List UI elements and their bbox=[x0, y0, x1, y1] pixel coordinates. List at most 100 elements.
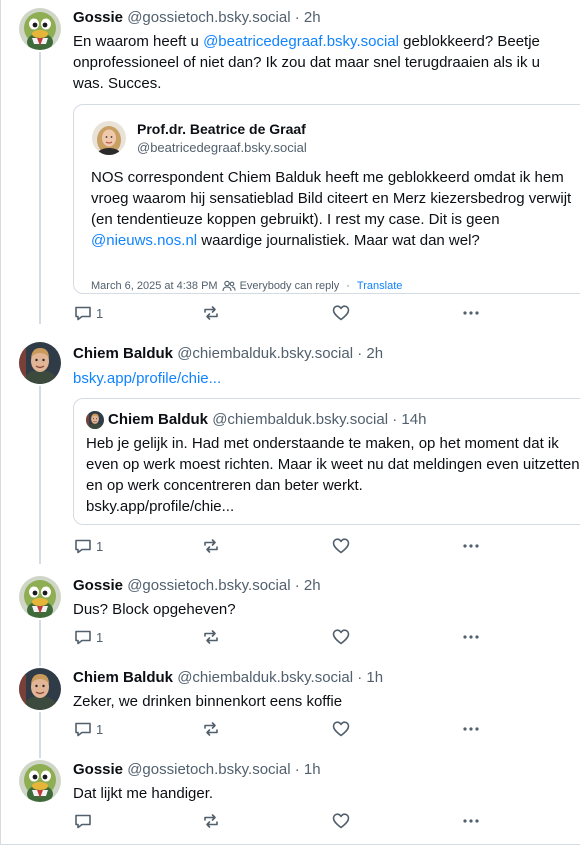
repost-icon bbox=[201, 811, 221, 831]
heart-icon bbox=[331, 303, 351, 323]
man-portrait-avatar[interactable] bbox=[19, 342, 61, 384]
reply-setting[interactable]: Everybody can reply bbox=[240, 280, 340, 292]
post-time[interactable]: 2h bbox=[304, 577, 321, 594]
post-actions bbox=[73, 811, 493, 831]
reply-button[interactable]: 1 bbox=[73, 303, 103, 323]
more-options-button[interactable] bbox=[461, 303, 481, 323]
quote-author-handle[interactable]: @beatricedegraaf.bsky.social bbox=[137, 140, 307, 155]
post-actions: 1 bbox=[73, 536, 493, 556]
quote-header: Chiem Balduk @chiembalduk.bsky.social · … bbox=[108, 410, 426, 430]
repost-button[interactable] bbox=[201, 811, 221, 831]
quote-author-name[interactable]: Prof.dr. Beatrice de Graaf bbox=[137, 121, 306, 137]
reply-icon bbox=[73, 719, 93, 739]
author-name[interactable]: Gossie bbox=[73, 577, 123, 594]
like-button[interactable] bbox=[331, 627, 351, 647]
post[interactable]: Gossie @gossietoch.bsky.social · 2h Dus?… bbox=[1, 568, 580, 658]
post[interactable]: Chiem Balduk @chiembalduk.bsky.social · … bbox=[1, 334, 580, 566]
author-name[interactable]: Chiem Balduk bbox=[73, 669, 173, 686]
author-handle[interactable]: @chiembalduk.bsky.social bbox=[177, 669, 353, 686]
more-options-button[interactable] bbox=[461, 536, 481, 556]
separator-dot: · bbox=[346, 280, 350, 292]
post-header: Gossie @gossietoch.bsky.social · 1h bbox=[73, 760, 321, 780]
duck-mascot-avatar[interactable] bbox=[19, 8, 61, 50]
post-actions: 1 bbox=[73, 303, 493, 323]
post-time[interactable]: 2h bbox=[366, 345, 383, 362]
reply-icon bbox=[73, 811, 93, 831]
quote-author-handle[interactable]: @chiembalduk.bsky.social bbox=[212, 411, 388, 428]
post-actions: 1 bbox=[73, 719, 493, 739]
quote-time[interactable]: 14h bbox=[401, 411, 426, 428]
duck-mascot-avatar[interactable] bbox=[19, 760, 61, 802]
repost-icon bbox=[201, 303, 221, 323]
reply-count: 1 bbox=[96, 721, 104, 737]
repost-button[interactable] bbox=[201, 536, 221, 556]
man-portrait-avatar[interactable] bbox=[86, 411, 104, 429]
separator-dot: · bbox=[294, 577, 300, 594]
translate-link[interactable]: Translate bbox=[357, 280, 402, 292]
more-icon bbox=[461, 303, 481, 323]
author-name[interactable]: Chiem Balduk bbox=[73, 345, 173, 362]
quoted-post[interactable]: Prof.dr. Beatrice de Graaf @beatricedegr… bbox=[73, 104, 580, 294]
quoted-post[interactable]: Chiem Balduk @chiembalduk.bsky.social · … bbox=[73, 398, 580, 525]
reply-count: 1 bbox=[96, 629, 104, 645]
woman-portrait-avatar[interactable] bbox=[92, 121, 126, 155]
author-name[interactable]: Gossie bbox=[73, 761, 123, 778]
post-text: bsky.app/profile/chie... bbox=[73, 368, 573, 389]
repost-button[interactable] bbox=[201, 303, 221, 323]
post-time[interactable]: 1h bbox=[304, 761, 321, 778]
more-options-button[interactable] bbox=[461, 719, 481, 739]
separator-dot: · bbox=[294, 9, 300, 26]
man-portrait-avatar[interactable] bbox=[19, 668, 61, 710]
repost-icon bbox=[201, 536, 221, 556]
reply-icon bbox=[73, 303, 93, 323]
reply-button[interactable]: 1 bbox=[73, 536, 103, 556]
more-options-button[interactable] bbox=[461, 627, 481, 647]
quote-text: Heb je gelijk in. Had met onderstaande t… bbox=[86, 435, 580, 494]
repost-icon bbox=[201, 627, 221, 647]
text-segment: NOS correspondent Chiem Balduk heeft me … bbox=[91, 169, 572, 228]
more-icon bbox=[461, 536, 481, 556]
repost-button[interactable] bbox=[201, 627, 221, 647]
separator-dot: · bbox=[294, 761, 300, 778]
author-handle[interactable]: @gossietoch.bsky.social bbox=[127, 9, 290, 26]
quote-author-name[interactable]: Chiem Balduk bbox=[108, 411, 208, 428]
mention-link[interactable]: @beatricedegraaf.bsky.social bbox=[203, 33, 399, 50]
reply-icon bbox=[73, 536, 93, 556]
repost-icon bbox=[201, 719, 221, 739]
like-button[interactable] bbox=[331, 811, 351, 831]
mention-link[interactable]: @nieuws.nos.nl bbox=[91, 232, 197, 249]
author-handle[interactable]: @gossietoch.bsky.social bbox=[127, 761, 290, 778]
post-text: Dus? Block opgeheven? bbox=[73, 601, 236, 618]
reply-button[interactable]: 1 bbox=[73, 719, 103, 739]
reply-count: 1 bbox=[96, 538, 104, 554]
heart-icon bbox=[331, 627, 351, 647]
text-segment: waardige journalistiek. Maar wat dan wel… bbox=[197, 232, 480, 249]
more-options-button[interactable] bbox=[461, 811, 481, 831]
post[interactable]: Chiem Balduk @chiembalduk.bsky.social · … bbox=[1, 660, 580, 750]
reply-button[interactable]: 1 bbox=[73, 627, 103, 647]
post-text: En waarom heeft u @beatricedegraaf.bsky.… bbox=[73, 31, 573, 94]
profile-link[interactable]: bsky.app/profile/chie... bbox=[73, 370, 221, 387]
more-icon bbox=[461, 627, 481, 647]
like-button[interactable] bbox=[331, 719, 351, 739]
quote-link[interactable]: bsky.app/profile/chie... bbox=[86, 496, 234, 517]
post-header: Chiem Balduk @chiembalduk.bsky.social · … bbox=[73, 344, 383, 364]
post-actions: 1 bbox=[73, 627, 493, 647]
quote-meta: March 6, 2025 at 4:38 PM Everybody can r… bbox=[91, 279, 402, 293]
like-button[interactable] bbox=[331, 536, 351, 556]
repost-button[interactable] bbox=[201, 719, 221, 739]
post-text: Dat lijkt me handiger. bbox=[73, 785, 214, 802]
heart-icon bbox=[331, 536, 351, 556]
post-time[interactable]: 1h bbox=[366, 669, 383, 686]
post[interactable]: Gossie @gossietoch.bsky.social · 1h Dat … bbox=[1, 752, 580, 844]
author-handle[interactable]: @gossietoch.bsky.social bbox=[127, 577, 290, 594]
author-handle[interactable]: @chiembalduk.bsky.social bbox=[177, 345, 353, 362]
like-button[interactable] bbox=[331, 303, 351, 323]
post-time[interactable]: 2h bbox=[304, 9, 321, 26]
duck-mascot-avatar[interactable] bbox=[19, 576, 61, 618]
separator-dot: · bbox=[357, 345, 363, 362]
author-name[interactable]: Gossie bbox=[73, 9, 123, 26]
post[interactable]: Gossie @gossietoch.bsky.social · 2h En w… bbox=[1, 0, 580, 330]
reply-button[interactable] bbox=[73, 811, 96, 831]
more-icon bbox=[461, 719, 481, 739]
